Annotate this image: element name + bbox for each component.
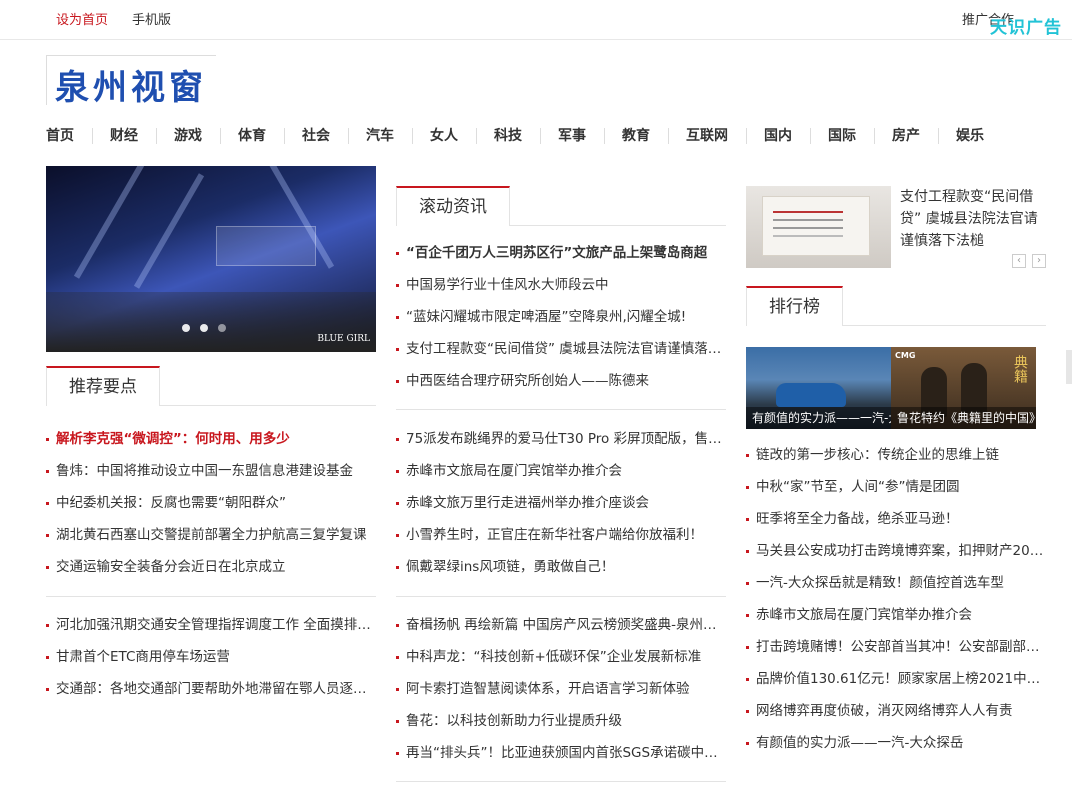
news-item[interactable]: 再当“排头兵”！比亚迪获颁国内首张SGS承诺碳中和符合证书 bbox=[396, 737, 726, 769]
divider bbox=[46, 596, 376, 597]
nav-item[interactable]: 女人 bbox=[412, 120, 458, 152]
site-logo[interactable]: 泉州视窗 bbox=[46, 55, 216, 108]
person-figure bbox=[961, 363, 987, 413]
nav-item[interactable]: 国内 bbox=[746, 120, 792, 152]
slider-dots bbox=[182, 324, 226, 332]
site-logo-text: 泉州视窗 bbox=[55, 68, 207, 108]
stage-light-beam bbox=[73, 166, 145, 279]
news-item[interactable]: 奋楫扬帆 再绘新篇 中国房产风云榜颁奖盛典-泉州站圆满落幕 bbox=[396, 609, 726, 641]
news-item[interactable]: 有颜值的实力派——一汽-大众探岳 bbox=[746, 727, 1046, 759]
slider-dot-1[interactable] bbox=[182, 324, 190, 332]
stage-structure bbox=[216, 226, 316, 266]
news-item[interactable]: 阿卡索打造智慧阅读体系，开启语言学习新体验 bbox=[396, 673, 726, 705]
nav-item[interactable]: 教育 bbox=[604, 120, 650, 152]
recommend-list-1: 解析李克强“微调控”：何时用、用多少 鲁炜：中国将推动设立中国一东盟信息港建设基金… bbox=[46, 423, 376, 583]
news-item[interactable]: “百企千团万人三明苏区行”文旅产品上架鹭岛商超 bbox=[396, 237, 726, 269]
news-item[interactable]: “蓝妹闪耀城市限定啤酒屋”空降泉州,闪耀全城! bbox=[396, 301, 726, 333]
ranking-image-caption: 鲁花特约《典籍里的中国》 bbox=[891, 407, 1036, 429]
recommend-section-header: 推荐要点 bbox=[46, 366, 376, 406]
feature-pager: ‹ › bbox=[1012, 254, 1046, 268]
news-item[interactable]: 甘肃首个ETC商用停车场运营 bbox=[46, 641, 376, 673]
nav-item[interactable]: 互联网 bbox=[668, 120, 728, 152]
nav-item[interactable]: 体育 bbox=[220, 120, 266, 152]
main-nav: 首页 财经 游戏 体育 社会 汽车 女人 科技 军事 教育 互联网 国内 国际 房产 娱乐 bbox=[46, 120, 984, 152]
news-item[interactable]: 河北加强汛期交通安全管理指挥调度工作 全面摸排隐患 bbox=[46, 609, 376, 641]
news-item[interactable]: 湖北黄石西塞山交警提前部署全力护航高三复学复课 bbox=[46, 519, 376, 551]
news-item[interactable]: 赤峰市文旅局在厦门宾馆举办推介会 bbox=[746, 599, 1046, 631]
news-item[interactable]: 旺季将至全力备战，绝杀亚马逊！ bbox=[746, 503, 1046, 535]
news-item[interactable]: 网络博弈再度侦破，消灭网络博弈人人有责 bbox=[746, 695, 1046, 727]
cmg-logo: CMG bbox=[895, 351, 916, 360]
slider-image-caption: BLUE GIRL bbox=[317, 334, 370, 344]
nav-item[interactable]: 首页 bbox=[46, 120, 74, 152]
mobile-version-link[interactable]: 手机版 bbox=[132, 9, 171, 28]
news-item[interactable]: 佩戴翠绿ins风项链，勇敢做自己！ bbox=[396, 551, 726, 583]
feature-thumbnail[interactable] bbox=[746, 186, 891, 268]
news-item[interactable]: 赤峰市文旅局在厦门宾馆举办推介会 bbox=[396, 455, 726, 487]
scroll-news-list-2: 75派发布跳绳界的爱马仕T30 Pro 彩屏顶配版，售价699元 赤峰市文旅局在厦… bbox=[396, 423, 726, 583]
nav-item[interactable]: 汽车 bbox=[348, 120, 394, 152]
news-item[interactable]: 中西医结合理疗研究所创始人——陈德来 bbox=[396, 365, 726, 397]
nav-item[interactable]: 娱乐 bbox=[938, 120, 984, 152]
news-item[interactable]: 品牌价值130.61亿元！顾家家居上榜2021中国品牌价值榜 bbox=[746, 663, 1046, 695]
nav-item[interactable]: 社会 bbox=[284, 120, 330, 152]
ranking-section-header: 排行榜 bbox=[746, 286, 1046, 326]
image-slider[interactable]: BLUE GIRL bbox=[46, 166, 376, 352]
slider-dot-2[interactable] bbox=[200, 324, 208, 332]
news-item[interactable]: 交通运输安全装备分会近日在北京成立 bbox=[46, 551, 376, 583]
set-homepage-link[interactable]: 设为首页 bbox=[56, 9, 108, 28]
news-item[interactable]: 中国易学行业十佳风水大师段云中 bbox=[396, 269, 726, 301]
stage-light-beam bbox=[133, 173, 205, 289]
nav-item[interactable]: 国际 bbox=[810, 120, 856, 152]
feature-headline[interactable]: 支付工程款变“民间借贷” 虞城县法院法官请谨慎落下法槌 bbox=[900, 186, 1050, 252]
ranking-image-car[interactable]: 有颜值的实力派——一汽-大众探岳 bbox=[746, 347, 891, 429]
ranking-image-caption: 有颜值的实力派——一汽-大众探岳 bbox=[746, 407, 891, 429]
side-scroll-tab[interactable] bbox=[1066, 350, 1072, 384]
car-image bbox=[776, 383, 846, 407]
tab-ranking[interactable]: 排行榜 bbox=[746, 286, 843, 326]
slider-dot-3[interactable] bbox=[218, 324, 226, 332]
nav-item[interactable]: 财经 bbox=[92, 120, 138, 152]
chevron-right-icon[interactable]: › bbox=[1032, 254, 1046, 268]
ad-watermark: 天识广告 bbox=[990, 18, 1062, 38]
news-item[interactable]: 打击跨境赌博！公安部首当其冲！公安部副部长亲自部署 bbox=[746, 631, 1046, 663]
news-item[interactable]: 中纪委机关报：反腐也需要“朝阳群众” bbox=[46, 487, 376, 519]
news-item[interactable]: 中科声龙：“科技创新+低碳环保”企业发展新标准 bbox=[396, 641, 726, 673]
nav-item[interactable]: 房产 bbox=[874, 120, 920, 152]
tab-scroll-news[interactable]: 滚动资讯 bbox=[396, 186, 510, 226]
scroll-news-list-3: 奋楫扬帆 再绘新篇 中国房产风云榜颁奖盛典-泉州站圆满落幕中科声龙：“科技创新+… bbox=[396, 609, 726, 769]
news-item[interactable]: 75派发布跳绳界的爱马仕T30 Pro 彩屏顶配版，售价699元 bbox=[396, 423, 726, 455]
scroll-news-section-header: 滚动资讯 bbox=[396, 186, 726, 226]
news-item[interactable]: 一汽-大众探岳就是精致！颜值控首选车型 bbox=[746, 567, 1046, 599]
news-item[interactable]: 赤峰文旅万里行走进福州举办推介座谈会 bbox=[396, 487, 726, 519]
nav-item[interactable]: 军事 bbox=[540, 120, 586, 152]
news-item[interactable]: 鲁花：以科技创新助力行业提质升级 bbox=[396, 705, 726, 737]
tab-recommend[interactable]: 推荐要点 bbox=[46, 366, 160, 406]
news-item[interactable]: 支付工程款变“民间借贷” 虞城县法院法官请谨慎落下法槌 bbox=[396, 333, 726, 365]
chevron-left-icon[interactable]: ‹ bbox=[1012, 254, 1026, 268]
divider bbox=[396, 409, 726, 410]
news-item[interactable]: 马关县公安成功打击跨境博弈案，扣押财产2000余万元 bbox=[746, 535, 1046, 567]
scroll-news-list-1: “百企千团万人三明苏区行”文旅产品上架鹭岛商超 中国易学行业十佳风水大师段云中 “蓝… bbox=[396, 237, 726, 397]
top-bar: 设为首页 手机版 推广合作 天识广告 bbox=[0, 0, 1072, 40]
ranking-image-program[interactable]: CMG 典籍 鲁花特约《典籍里的中国》 bbox=[891, 347, 1036, 429]
divider bbox=[396, 781, 726, 782]
divider bbox=[396, 596, 726, 597]
nav-item[interactable]: 科技 bbox=[476, 120, 522, 152]
news-item[interactable]: 链改的第一步核心：传统企业的思维上链 bbox=[746, 439, 1046, 471]
news-item[interactable]: 交通部：各地交通部门要帮助外地滞留在鄂人员逐步返乡 bbox=[46, 673, 376, 705]
news-item[interactable]: 小雪养生时，正官庄在新华社客户端给你放福利！ bbox=[396, 519, 726, 551]
program-title-calligraphy: 典籍 bbox=[1012, 355, 1028, 383]
recommend-list-2: 河北加强汛期交通安全管理指挥调度工作 全面摸排隐患 甘肃首个ETC商用停车场运营交… bbox=[46, 609, 376, 705]
news-item[interactable]: 鲁炜：中国将推动设立中国一东盟信息港建设基金 bbox=[46, 455, 376, 487]
ranking-list: 链改的第一步核心：传统企业的思维上链 中秋“家”节至，人间“参”情是团圆 旺季将至全… bbox=[746, 439, 1046, 759]
nav-item[interactable]: 游戏 bbox=[156, 120, 202, 152]
news-item[interactable]: 中秋“家”节至，人间“参”情是团圆 bbox=[746, 471, 1046, 503]
news-item[interactable]: 解析李克强“微调控”：何时用、用多少 bbox=[46, 423, 376, 455]
document-image bbox=[762, 196, 870, 256]
